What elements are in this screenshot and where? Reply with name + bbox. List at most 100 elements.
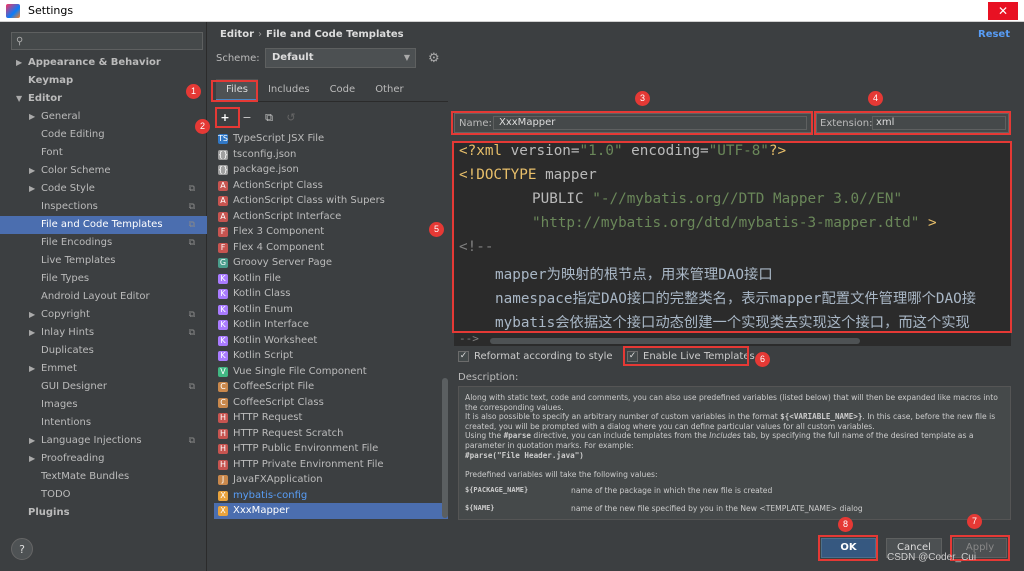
sidebar-item-file-types[interactable]: File Types: [0, 270, 207, 288]
tab-other[interactable]: Other: [365, 79, 413, 101]
sidebar-item-gui-designer[interactable]: GUI Designer ⧉: [0, 378, 207, 396]
template-file-list[interactable]: TS TypeScript JSX File {} tsconfig.json {} pa…: [214, 131, 448, 520]
list-item[interactable]: C CoffeeScript Class: [214, 395, 448, 411]
sidebar-item-textmate-bundles[interactable]: TextMate Bundles: [0, 468, 207, 486]
sidebar-item-color-scheme[interactable]: ▶ Color Scheme: [0, 162, 207, 180]
list-item[interactable]: K Kotlin File: [214, 271, 448, 287]
file-name: XxxMapper: [233, 505, 290, 516]
sidebar-item-label: File Encodings: [41, 237, 113, 248]
description-text: It is also possible to specify an arbitr…: [465, 412, 996, 431]
list-item[interactable]: A ActionScript Class with Supers: [214, 193, 448, 209]
sidebar-item-appearance-behavior[interactable]: ▶ Appearance & Behavior: [0, 54, 207, 72]
list-item[interactable]: A ActionScript Class: [214, 178, 448, 194]
sidebar-item-copyright[interactable]: ▶ Copyright ⧉: [0, 306, 207, 324]
list-item[interactable]: A ActionScript Interface: [214, 209, 448, 225]
list-item[interactable]: TS TypeScript JSX File: [214, 131, 448, 147]
breadcrumb-current: File and Code Templates: [266, 29, 404, 40]
sidebar-item-editor[interactable]: ▼ Editor: [0, 90, 207, 108]
variable-table: ${PACKAGE_NAME} name of the package in wh…: [465, 486, 1004, 519]
reformat-checkbox[interactable]: ✓ Reformat according to style: [458, 350, 613, 364]
file-type-icon: TS: [218, 134, 228, 144]
reset-link[interactable]: Reset: [978, 29, 1010, 40]
project-scope-icon: ⧉: [188, 328, 195, 338]
sidebar-item-plugins[interactable]: Plugins: [0, 504, 207, 522]
file-name: Vue Single File Component: [233, 365, 367, 377]
chevron-right-icon[interactable]: ▶: [29, 432, 35, 450]
sidebar-item-code-style[interactable]: ▶ Code Style ⧉: [0, 180, 207, 198]
list-item[interactable]: F Flex 3 Component: [214, 224, 448, 240]
sidebar-item-emmet[interactable]: ▶ Emmet: [0, 360, 207, 378]
checkbox-reformat-box[interactable]: ✓: [458, 350, 469, 362]
sidebar-item-intentions[interactable]: Intentions: [0, 414, 207, 432]
sidebar-item-android-layout-editor[interactable]: Android Layout Editor: [0, 288, 207, 306]
chevron-right-icon[interactable]: ▶: [16, 54, 22, 72]
chevron-right-icon[interactable]: ▶: [29, 180, 35, 198]
list-item[interactable]: {} package.json: [214, 162, 448, 178]
project-scope-icon: ⧉: [188, 202, 195, 212]
file-name: HTTP Private Environment File: [233, 458, 384, 470]
list-item[interactable]: X XxxMapper: [214, 503, 448, 519]
annotation-box: [211, 80, 258, 102]
chevron-right-icon[interactable]: ▶: [29, 324, 35, 342]
close-button[interactable]: ✕: [988, 2, 1018, 20]
list-item[interactable]: K Kotlin Worksheet: [214, 333, 448, 349]
list-item[interactable]: V Vue Single File Component: [214, 364, 448, 380]
tab-includes[interactable]: Includes: [258, 79, 320, 101]
sidebar-item-todo[interactable]: TODO: [0, 486, 207, 504]
list-item[interactable]: H HTTP Private Environment File: [214, 457, 448, 473]
sidebar-item-general[interactable]: ▶ General: [0, 108, 207, 126]
copy-icon[interactable]: ⧉: [262, 111, 276, 125]
list-item[interactable]: K Kotlin Interface: [214, 317, 448, 333]
list-item[interactable]: K Kotlin Script: [214, 348, 448, 364]
file-name: mybatis-config: [233, 489, 308, 501]
chevron-right-icon[interactable]: ▶: [29, 162, 35, 180]
list-item[interactable]: C CoffeeScript File: [214, 379, 448, 395]
file-list-scrollbar[interactable]: [442, 378, 448, 518]
list-item[interactable]: Xmybatis-config: [214, 488, 448, 504]
annotation-badge: 8: [838, 517, 853, 532]
search-input[interactable]: ⚲: [11, 32, 203, 50]
list-item[interactable]: K Kotlin Enum: [214, 302, 448, 318]
list-item[interactable]: J JavaFXApplication: [214, 472, 448, 488]
editor-horizontal-scrollbar[interactable]: [490, 338, 860, 344]
reset-icon[interactable]: ↺: [284, 111, 298, 125]
sidebar-item-language-injections[interactable]: ▶ Language Injections ⧉: [0, 432, 207, 450]
chevron-right-icon[interactable]: ▶: [29, 360, 35, 378]
list-item[interactable]: K Kotlin Class: [214, 286, 448, 302]
annotation-box: [215, 107, 240, 128]
description-panel: Along with static text, code and comment…: [458, 386, 1011, 520]
remove-icon[interactable]: −: [240, 111, 254, 125]
sidebar-item-inlay-hints[interactable]: ▶ Inlay Hints ⧉: [0, 324, 207, 342]
sidebar-item-live-templates[interactable]: Live Templates: [0, 252, 207, 270]
description-text: Along with static text, code and comment…: [465, 393, 998, 412]
file-type-icon: H: [218, 428, 228, 439]
list-item[interactable]: H HTTP Request Scratch: [214, 426, 448, 442]
sidebar-item-file-encodings[interactable]: File Encodings ⧉: [0, 234, 207, 252]
sidebar-item-font[interactable]: Font: [0, 144, 207, 162]
sidebar-item-duplicates[interactable]: Duplicates: [0, 342, 207, 360]
list-item[interactable]: G Groovy Server Page: [214, 255, 448, 271]
sidebar-item-file-and-code-templates[interactable]: File and Code Templates ⧉: [0, 216, 207, 234]
file-name: HTTP Public Environment File: [233, 443, 379, 454]
chevron-right-icon[interactable]: ▶: [29, 450, 35, 468]
chevron-down-icon[interactable]: ▼: [16, 90, 22, 108]
list-item[interactable]: {} tsconfig.json: [214, 147, 448, 163]
chevron-right-icon[interactable]: ▶: [29, 306, 35, 324]
help-button[interactable]: ?: [11, 538, 33, 560]
sidebar-item-inspections[interactable]: Inspections ⧉: [0, 198, 207, 216]
sidebar-item-keymap[interactable]: Keymap: [0, 72, 207, 90]
gear-icon[interactable]: ⚙: [428, 51, 440, 66]
file-name: Kotlin Interface: [233, 319, 309, 330]
scheme-select[interactable]: Default ▼: [265, 48, 416, 68]
tab-code[interactable]: Code: [320, 79, 366, 101]
file-name: Kotlin Worksheet: [233, 334, 318, 346]
list-item[interactable]: H HTTP Request: [214, 410, 448, 426]
sidebar-item-proofreading[interactable]: ▶ Proofreading: [0, 450, 207, 468]
file-name: Flex 3 Component: [233, 226, 325, 237]
chevron-right-icon[interactable]: ▶: [29, 108, 35, 126]
list-item[interactable]: H HTTP Public Environment File: [214, 441, 448, 457]
sidebar-item-images[interactable]: Images: [0, 396, 207, 414]
list-item[interactable]: F Flex 4 Component: [214, 240, 448, 256]
sidebar-item-code-editing[interactable]: Code Editing: [0, 126, 207, 144]
file-type-icon: K: [218, 335, 228, 346]
